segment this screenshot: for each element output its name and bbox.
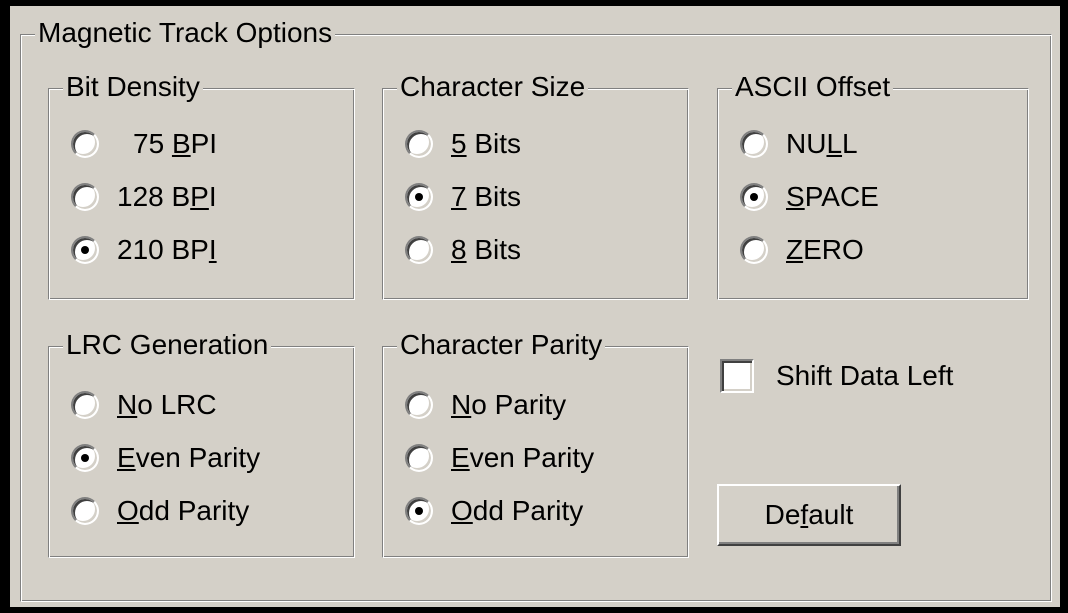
radio-128-bpi[interactable]: 128 BPI <box>71 177 217 217</box>
radio-circle-icon[interactable] <box>71 183 99 211</box>
radio-lrc-odd-parity[interactable]: Odd Parity <box>71 491 249 531</box>
radio-space[interactable]: SPACE <box>740 177 879 217</box>
radio-circle-icon[interactable] <box>71 444 99 472</box>
option-label: 75 BPI <box>133 128 218 159</box>
option-label: NULL <box>786 128 858 159</box>
option-label: Even Parity <box>451 442 595 473</box>
radio-no-parity[interactable]: No Parity <box>405 385 566 425</box>
option-label: 5 Bits <box>451 128 522 159</box>
group-title: Magnetic Track Options <box>35 16 336 50</box>
radio-lrc-even-parity[interactable]: Even Parity <box>71 438 260 478</box>
radio-circle-icon[interactable] <box>405 444 433 472</box>
ascii-offset-label: ASCII Offset <box>732 70 894 104</box>
radio-char-even-parity[interactable]: Even Parity <box>405 438 594 478</box>
option-label: Odd Parity <box>451 495 584 526</box>
radio-circle-icon[interactable] <box>740 130 768 158</box>
radio-circle-icon[interactable] <box>405 130 433 158</box>
radio-75-bpi[interactable]: 75 BPI <box>71 124 217 164</box>
option-label: 128 BPI <box>117 181 217 212</box>
radio-circle-icon[interactable] <box>71 391 99 419</box>
radio-circle-icon[interactable] <box>405 236 433 264</box>
radio-circle-icon[interactable] <box>405 497 433 525</box>
radio-circle-icon[interactable] <box>71 497 99 525</box>
default-button[interactable]: Default <box>717 484 901 546</box>
character-size-label: Character Size <box>397 70 589 104</box>
option-label: No Parity <box>451 389 567 420</box>
radio-7-bits[interactable]: 7 Bits <box>405 177 521 217</box>
options-panel: Magnetic Track Options Bit Density 75 BP… <box>10 6 1060 607</box>
radio-circle-icon[interactable] <box>405 183 433 211</box>
option-label: ZERO <box>786 234 864 265</box>
radio-circle-icon[interactable] <box>740 183 768 211</box>
default-button-label: Default <box>764 499 854 530</box>
option-label: 210 BPI <box>117 234 217 265</box>
option-label: SPACE <box>786 181 879 212</box>
radio-circle-icon[interactable] <box>740 236 768 264</box>
option-label: Odd Parity <box>117 495 250 526</box>
character-parity-group: Character Parity No Parity Even Parity O… <box>382 328 689 558</box>
checkbox-box-icon[interactable] <box>720 359 754 393</box>
radio-no-lrc[interactable]: No LRC <box>71 385 217 425</box>
option-label: 8 Bits <box>451 234 522 265</box>
radio-circle-icon[interactable] <box>405 391 433 419</box>
radio-circle-icon[interactable] <box>71 236 99 264</box>
character-size-group: Character Size 5 Bits 7 Bits 8 Bits <box>382 70 689 300</box>
radio-210-bpi[interactable]: 210 BPI <box>71 230 217 270</box>
shift-data-left-label: Shift Data Left <box>776 360 954 391</box>
shift-data-left-checkbox[interactable]: Shift Data Left <box>720 356 953 396</box>
character-parity-label: Character Parity <box>397 328 606 362</box>
option-label: 7 Bits <box>451 181 522 212</box>
radio-char-odd-parity[interactable]: Odd Parity <box>405 491 583 531</box>
bit-density-label: Bit Density <box>63 70 203 104</box>
ascii-offset-group: ASCII Offset NULL SPACE ZERO <box>717 70 1029 300</box>
bit-density-group: Bit Density 75 BPI 128 BPI 210 BPI <box>48 70 355 300</box>
radio-5-bits[interactable]: 5 Bits <box>405 124 521 164</box>
option-label: No LRC <box>117 389 217 420</box>
radio-circle-icon[interactable] <box>71 130 99 158</box>
radio-null[interactable]: NULL <box>740 124 858 164</box>
lrc-generation-label: LRC Generation <box>63 328 272 362</box>
radio-8-bits[interactable]: 8 Bits <box>405 230 521 270</box>
lrc-generation-group: LRC Generation No LRC Even Parity Odd Pa… <box>48 328 355 558</box>
option-label: Even Parity <box>117 442 261 473</box>
radio-zero[interactable]: ZERO <box>740 230 864 270</box>
